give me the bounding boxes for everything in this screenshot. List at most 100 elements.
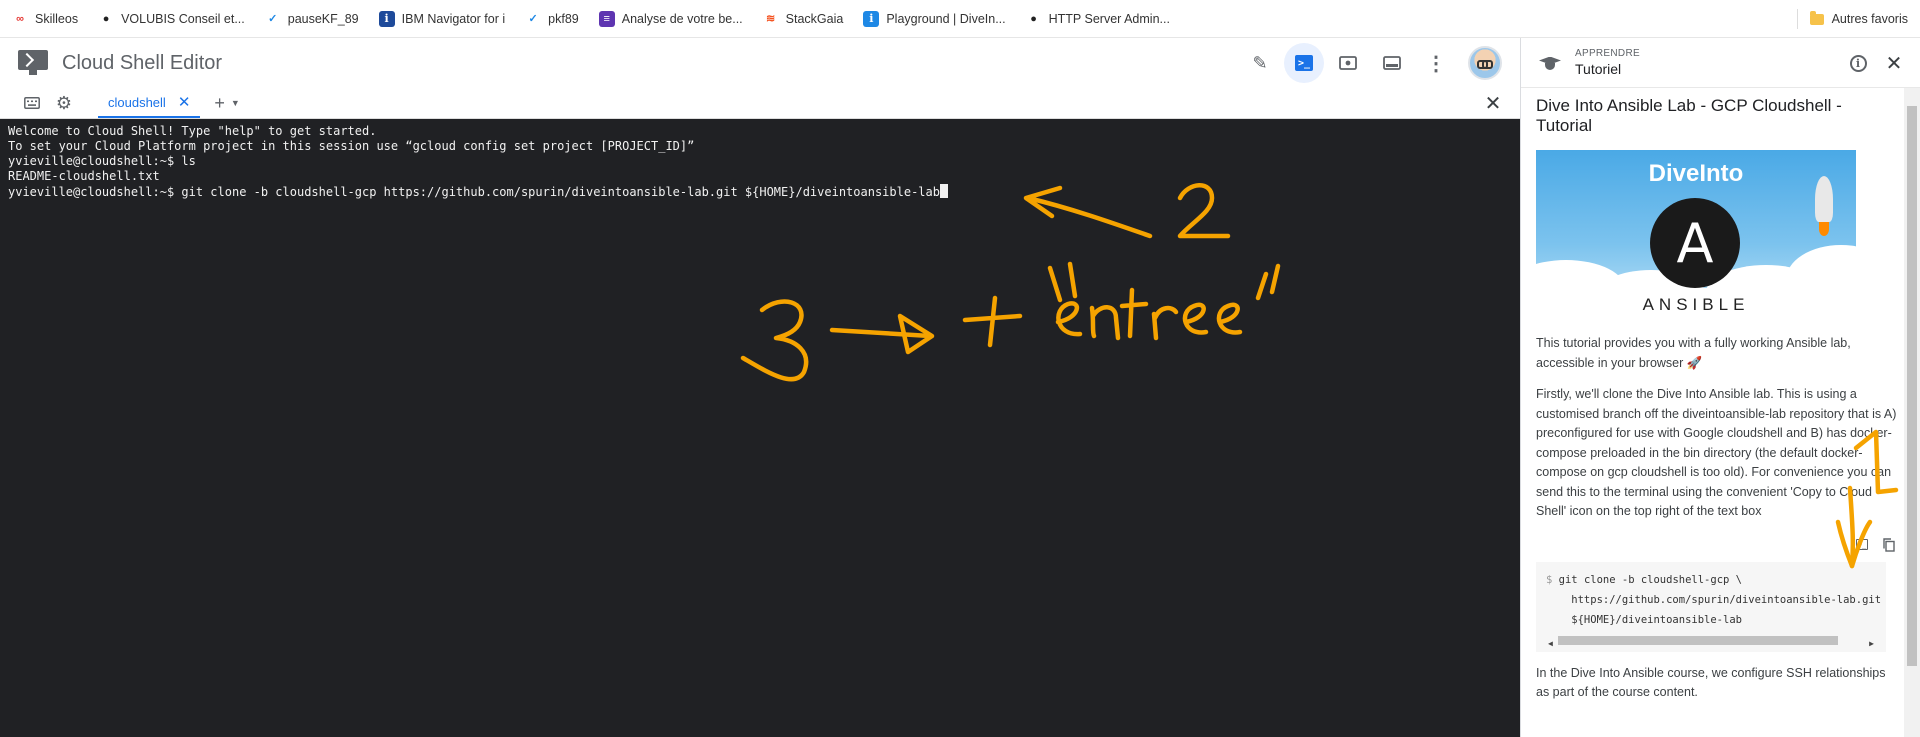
tutorial-doc-title: Dive Into Ansible Lab - GCP Cloudshell -… — [1536, 96, 1842, 135]
pencil-icon: ✎ — [1252, 52, 1268, 73]
bookmarks-separator — [1796, 9, 1798, 29]
terminal-icon: >_ — [1856, 539, 1868, 550]
banner-word: ANSIBLE — [1536, 288, 1856, 322]
terminal-command-text: yvieville@cloudshell:~$ git clone -b clo… — [8, 185, 940, 199]
code-line: ${HOME}/diveintoansible-lab — [1546, 613, 1742, 626]
tutorial-kicker: APPRENDRE — [1575, 48, 1640, 59]
code-block[interactable]: $ git clone -b cloudshell-gcp \ https://… — [1536, 561, 1886, 652]
code-prompt: $ — [1546, 573, 1553, 586]
bookmark-item[interactable]: ≡ Analyse de votre be... — [598, 10, 743, 27]
bookmark-item[interactable]: ● HTTP Server Admin... — [1026, 11, 1170, 27]
bookmark-item[interactable]: ● VOLUBIS Conseil et... — [98, 11, 245, 27]
tab-cloudshell[interactable]: cloudshell ✕ — [98, 88, 201, 118]
tutorial-info-button[interactable]: i — [1842, 47, 1874, 79]
web-preview-icon — [1339, 56, 1357, 70]
terminal-icon: >_ — [1295, 55, 1313, 71]
bookmark-item[interactable]: ≋ StackGaia — [763, 11, 844, 27]
bookmark-item[interactable]: ∞ Skilleos — [12, 11, 78, 27]
bookmark-label: IBM Navigator for i — [401, 11, 506, 26]
school-icon — [1539, 55, 1561, 71]
open-terminal-button[interactable]: >_ — [1284, 43, 1324, 83]
editor-header: Cloud Shell Editor ✎ >_ ⋮ — [0, 38, 1520, 88]
open-editor-button[interactable]: ✎ — [1240, 43, 1280, 83]
terminal-line: README-cloudshell.txt — [8, 169, 160, 183]
globe-icon: ● — [102, 12, 110, 25]
keyboard-button[interactable] — [16, 88, 48, 118]
tutorial-scrollbar[interactable] — [1904, 88, 1920, 737]
other-bookmarks-label: Autres favoris — [1831, 12, 1908, 26]
list-icon: ≡ — [598, 10, 615, 27]
layout-button[interactable] — [1372, 43, 1412, 83]
keyboard-icon — [24, 97, 40, 109]
code-line: https://github.com/spurin/diveintoansibl… — [1546, 593, 1886, 606]
terminal-line: Welcome to Cloud Shell! Type "help" to g… — [8, 124, 377, 138]
avatar[interactable] — [1468, 46, 1502, 80]
tutorial-body: Dive Into Ansible Lab - GCP Cloudshell -… — [1536, 88, 1902, 737]
bookmark-label: VOLUBIS Conseil et... — [121, 11, 245, 26]
more-options-button[interactable]: ⋮ — [1416, 43, 1456, 83]
tutorial-panel: APPRENDRE Tutoriel i ✕ Dive Into Ansible… — [1520, 38, 1920, 737]
chevron-down-icon: ▼ — [230, 98, 240, 108]
terminal-command-line: yvieville@cloudshell:~$ git clone -b clo… — [8, 184, 1512, 200]
bookmark-label: StackGaia — [785, 11, 844, 26]
tutorial-close-button[interactable]: ✕ — [1878, 47, 1910, 79]
code-line: $ git clone -b cloudshell-gcp \ — [1546, 570, 1876, 590]
stack-icon: ≋ — [766, 13, 776, 25]
tutorial-header-title: Tutoriel — [1575, 61, 1622, 77]
close-tab-icon[interactable]: ✕ — [178, 93, 191, 111]
screen: ∞ Skilleos ● VOLUBIS Conseil et... ✓ pauseKF_… — [0, 0, 1920, 737]
scroll-left-icon[interactable]: ◀ — [1548, 634, 1553, 652]
tutorial-header: APPRENDRE Tutoriel i ✕ — [1521, 38, 1920, 88]
close-icon: ✕ — [1484, 92, 1502, 115]
bookmark-label: Skilleos — [35, 11, 79, 26]
add-tab-button[interactable]: + ▼ — [214, 88, 239, 118]
app-title: Cloud Shell Editor — [62, 51, 223, 74]
tutorial-actions: i ✕ — [1838, 38, 1910, 88]
code-text: git clone -b cloudshell-gcp \ — [1558, 573, 1742, 586]
more-vert-icon: ⋮ — [1426, 52, 1446, 75]
hscroll-thumb[interactable] — [1558, 635, 1838, 645]
terminal-line: yvieville@cloudshell:~$ ls — [8, 154, 196, 168]
bookmark-label: Playground | DiveIn... — [886, 11, 1006, 26]
terminal-tabbar: ⚙ cloudshell ✕ + ▼ ✕ — [0, 88, 1520, 119]
bookmark-item[interactable]: i Playground | DiveIn... — [863, 10, 1006, 27]
header-actions: ✎ >_ ⋮ — [1240, 38, 1520, 88]
infinity-icon: ∞ — [16, 12, 24, 25]
copy-to-cloud-shell-button[interactable]: >_ — [1852, 536, 1872, 554]
gear-icon: ⚙ — [55, 92, 73, 113]
scrollbar-thumb[interactable] — [1907, 106, 1917, 666]
info-icon: i — [378, 10, 395, 27]
bookmark-label: Analyse de votre be... — [621, 11, 743, 26]
terminal-cursor — [939, 184, 948, 198]
bookmarks-bar: ∞ Skilleos ● VOLUBIS Conseil et... ✓ pauseKF_… — [0, 0, 1920, 38]
copy-code-button[interactable] — [1878, 536, 1898, 554]
code-hscrollbar[interactable]: ◀ ▶ — [1546, 633, 1876, 648]
dive-into-ansible-banner: DiveInto A ANSIBLE — [1536, 150, 1856, 322]
cloud-shell-logo-icon — [18, 50, 48, 76]
copy-icon — [1882, 537, 1895, 552]
terminal-output[interactable]: Welcome to Cloud Shell! Type "help" to g… — [0, 119, 1520, 737]
bookmark-item[interactable]: ✓ pkf89 — [525, 11, 579, 27]
bookmark-item[interactable]: ✓ pauseKF_89 — [265, 11, 359, 27]
scroll-right-icon[interactable]: ▶ — [1869, 634, 1874, 652]
folder-icon — [1809, 10, 1824, 25]
web-preview-button[interactable] — [1328, 43, 1368, 83]
bookmark-label: pkf89 — [548, 11, 579, 26]
tutorial-after-text: In the Dive Into Ansible course, we conf… — [1536, 665, 1886, 700]
close-icon: ✕ — [1885, 52, 1903, 75]
checkmark-icon: ✓ — [528, 13, 538, 25]
other-bookmarks[interactable]: Autres favoris — [1796, 0, 1908, 38]
checkmark-icon: ✓ — [268, 13, 278, 25]
tutorial-step-text: Firstly, we'll clone the Dive Into Ansib… — [1536, 387, 1897, 518]
bookmark-item[interactable]: i IBM Navigator for i — [378, 10, 506, 27]
terminal-line: To set your Cloud Platform project in th… — [8, 139, 695, 153]
settings-button[interactable]: ⚙ — [48, 88, 80, 118]
tab-cloudshell-label: cloudshell — [108, 94, 166, 110]
code-tools: >_ — [1536, 536, 1902, 554]
bookmark-label: HTTP Server Admin... — [1048, 11, 1170, 26]
tutorial-intro: This tutorial provides you with a fully … — [1536, 336, 1851, 370]
globe-icon: ● — [1030, 12, 1037, 25]
plus-icon: + — [214, 92, 225, 113]
ansible-logo-icon: A — [1650, 198, 1740, 288]
close-terminal-button[interactable]: ✕ — [1478, 88, 1508, 118]
